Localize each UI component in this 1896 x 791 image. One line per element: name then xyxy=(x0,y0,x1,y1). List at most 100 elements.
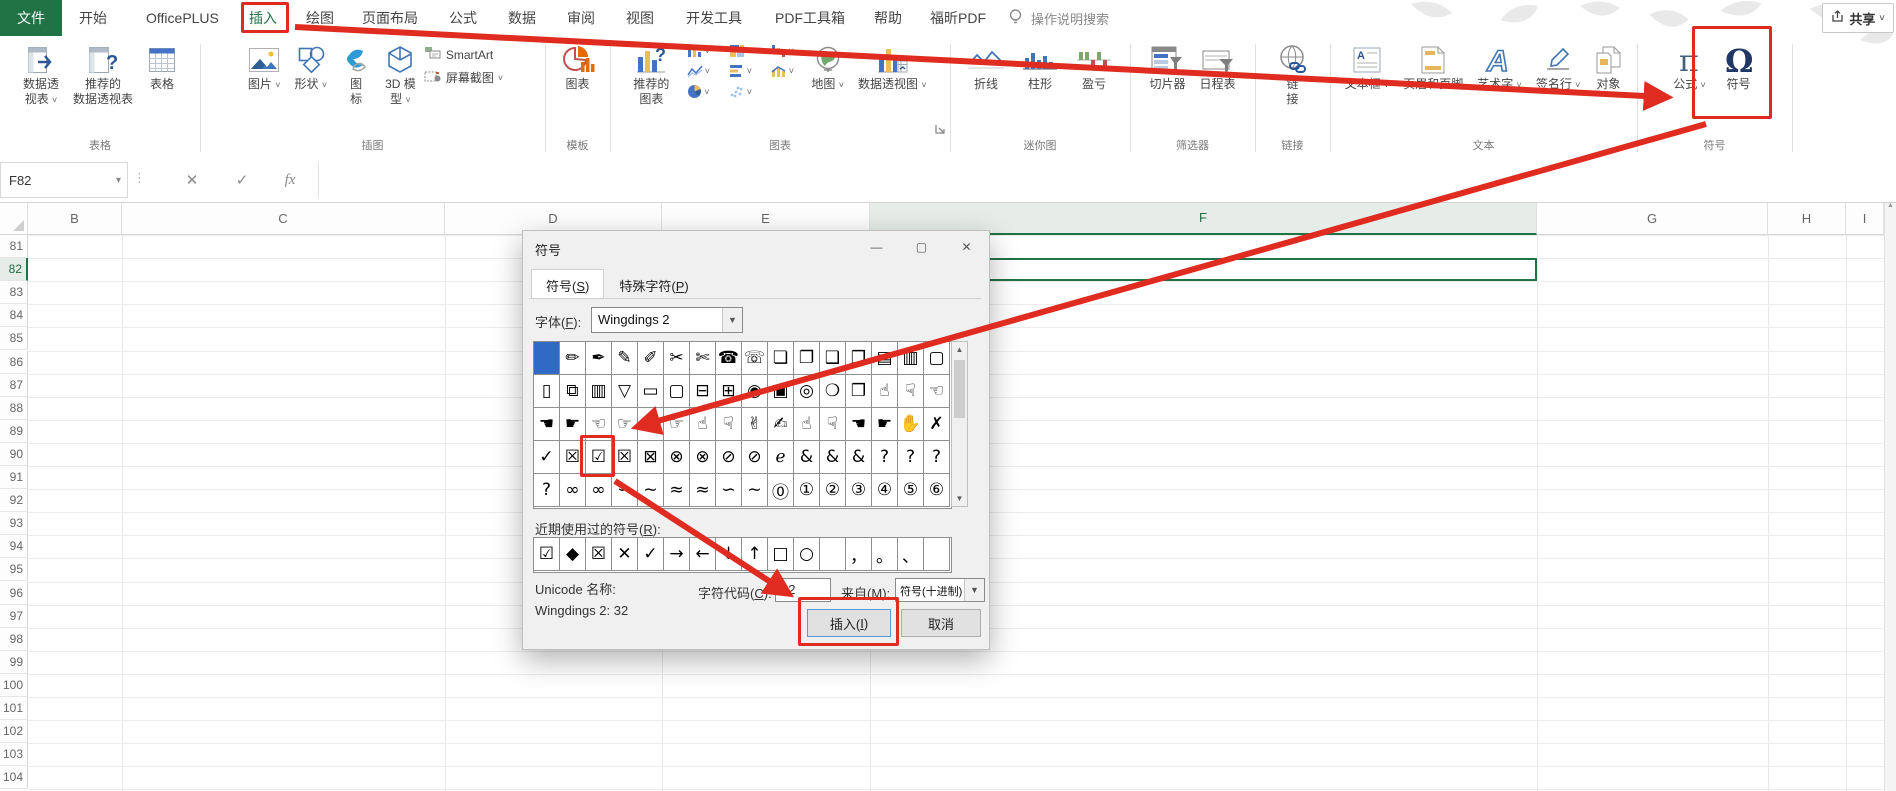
text-box-button[interactable]: A 文本框 ˅ xyxy=(1339,40,1396,95)
menu-item-2[interactable]: OfficePLUS xyxy=(146,0,219,36)
tab-symbols[interactable]: 符号(S) xyxy=(531,269,605,299)
row-header-100[interactable]: 100 xyxy=(0,673,28,697)
symbol-cell[interactable]: ⊘ xyxy=(742,441,768,474)
equation-button[interactable]: π 公式 ˅ xyxy=(1667,40,1713,95)
menu-item-6[interactable]: 公式 xyxy=(449,0,477,36)
symbol-cell[interactable]: ✍ xyxy=(768,408,794,441)
combo-dropdown-icon[interactable]: ▼ xyxy=(964,579,984,601)
row-header-81[interactable]: 81 xyxy=(0,235,28,259)
win-loss-sparkline-button[interactable]: 盈亏 xyxy=(1068,40,1120,95)
select-all-corner[interactable] xyxy=(0,202,28,235)
symbol-cell[interactable]: ◉ xyxy=(742,375,768,408)
symbol-cell[interactable]: ▭ xyxy=(638,375,664,408)
symbol-cell[interactable]: ✗ xyxy=(924,408,950,441)
symbol-cell[interactable]: ☒ xyxy=(612,441,638,474)
symbol-cell[interactable]: ⊗ xyxy=(664,441,690,474)
menu-item-12[interactable]: 帮助 xyxy=(874,0,902,36)
icons-button[interactable]: 图标 xyxy=(335,40,377,110)
symbol-cell[interactable]: ∼ xyxy=(742,474,768,507)
scrollbar-thumb[interactable] xyxy=(954,360,965,418)
line-chart-button[interactable]: ˅ xyxy=(677,64,719,78)
boxed-check-symbol-cell[interactable]: ☑ xyxy=(586,441,612,474)
menu-item-13[interactable]: 福昕PDF xyxy=(930,0,986,36)
row-header-97[interactable]: 97 xyxy=(0,604,28,628)
symbol-cell[interactable]: ▯ xyxy=(534,375,560,408)
symbol-cell[interactable]: ☞ xyxy=(612,408,638,441)
recent-symbol-cell[interactable]: ○ xyxy=(794,538,820,571)
table-button[interactable]: 表格 xyxy=(141,40,183,95)
insert-symbol-button[interactable]: 插入(I) xyxy=(807,609,891,637)
symbol-cell[interactable] xyxy=(534,342,560,375)
menu-item-7[interactable]: 数据 xyxy=(508,0,536,36)
row-header-104[interactable]: 104 xyxy=(0,766,28,790)
symbol-cell[interactable]: ℯ xyxy=(768,441,794,474)
column-sparkline-button[interactable]: 柱形 xyxy=(1014,40,1066,95)
recent-symbol-cell[interactable]: ， xyxy=(846,538,872,571)
cancel-entry-icon[interactable]: ✕ xyxy=(172,162,212,198)
signature-line-button[interactable]: 签名行 ˅ xyxy=(1530,40,1587,95)
recent-symbol-cell[interactable]: ↓ xyxy=(716,538,742,571)
recent-symbol-cell[interactable] xyxy=(820,538,846,571)
confirm-entry-icon[interactable]: ✓ xyxy=(222,162,262,198)
font-combobox[interactable]: Wingdings 2 ▼ xyxy=(591,307,743,333)
close-icon[interactable]: ✕ xyxy=(944,231,989,263)
symbol-cell[interactable]: ▽ xyxy=(612,375,638,408)
symbol-cell[interactable]: ❏ xyxy=(768,342,794,375)
scroll-up-icon[interactable]: ▲ xyxy=(952,345,967,354)
symbol-cell[interactable]: ▥ xyxy=(898,342,924,375)
shapes-button[interactable]: 形状 ˅ xyxy=(289,40,334,95)
symbol-cell[interactable]: ☟ xyxy=(898,375,924,408)
symbol-cell[interactable]: ▢ xyxy=(924,342,950,375)
row-header-91[interactable]: 91 xyxy=(0,466,28,490)
char-code-input[interactable]: 32 xyxy=(775,578,831,602)
row-header-83[interactable]: 83 xyxy=(0,281,28,305)
recommended-pivot-tables-button[interactable]: ? 推荐的 数据透视表 xyxy=(67,40,139,110)
tab-special-characters[interactable]: 特殊字符(P) xyxy=(604,269,703,299)
recent-symbol-cell[interactable]: 。 xyxy=(872,538,898,571)
symbol-cell[interactable]: ≈ xyxy=(690,474,716,507)
symbol-cell[interactable]: ? xyxy=(534,474,560,507)
symbol-cell[interactable]: ∞ xyxy=(560,474,586,507)
column-chart-button[interactable]: ˅ xyxy=(677,44,719,58)
symbol-cell[interactable]: ☞ xyxy=(664,408,690,441)
symbol-cell[interactable]: ⑥ xyxy=(924,474,950,507)
symbol-cell[interactable]: ≈ xyxy=(664,474,690,507)
symbol-cell[interactable]: ☜ xyxy=(586,408,612,441)
recent-symbol-cell[interactable]: ✕ xyxy=(612,538,638,571)
symbol-cell[interactable]: ? xyxy=(924,441,950,474)
symbol-cell[interactable]: ☚ xyxy=(534,408,560,441)
recent-symbol-cell[interactable]: □ xyxy=(768,538,794,571)
symbol-cell[interactable]: ② xyxy=(820,474,846,507)
symbol-cell[interactable]: ① xyxy=(794,474,820,507)
symbol-cell[interactable]: ☏ xyxy=(742,342,768,375)
column-header-I[interactable]: I xyxy=(1846,202,1884,235)
symbol-cell[interactable]: ∽ xyxy=(612,474,638,507)
bar-chart-button[interactable]: ˅ xyxy=(719,64,761,78)
row-header-89[interactable]: 89 xyxy=(0,419,28,443)
row-header-93[interactable]: 93 xyxy=(0,512,28,536)
symbol-cell[interactable]: ☚ xyxy=(846,408,872,441)
slicer-button[interactable]: 切片器 xyxy=(1143,40,1191,95)
symbol-cell[interactable]: ☒ xyxy=(560,441,586,474)
row-header-82[interactable]: 82 xyxy=(0,258,28,282)
menu-item-4[interactable]: 绘图 xyxy=(306,0,334,36)
recent-symbol-cell[interactable]: ☒ xyxy=(586,538,612,571)
menu-item-5[interactable]: 页面布局 xyxy=(362,0,418,36)
symbol-cell[interactable]: ▤ xyxy=(872,342,898,375)
recent-symbol-cell[interactable]: ← xyxy=(690,538,716,571)
symbol-cell[interactable]: ❑ xyxy=(820,342,846,375)
symbol-cell[interactable]: ☝ xyxy=(690,408,716,441)
symbol-cell[interactable]: ? xyxy=(872,441,898,474)
combo-dropdown-icon[interactable]: ▼ xyxy=(722,308,742,332)
symbol-cell[interactable]: & xyxy=(846,441,872,474)
formula-input[interactable] xyxy=(318,162,1896,198)
symbol-cell[interactable]: ✋ xyxy=(898,408,924,441)
symbol-cell[interactable]: ⊞ xyxy=(716,375,742,408)
recent-symbol-cell[interactable]: 、 xyxy=(898,538,924,571)
header-footer-button[interactable]: 页眉和页脚 xyxy=(1397,40,1469,95)
row-header-98[interactable]: 98 xyxy=(0,627,28,651)
symbol-cell[interactable]: ❒ xyxy=(846,375,872,408)
symbol-cell[interactable]: ✒ xyxy=(586,342,612,375)
symbol-cell[interactable]: ④ xyxy=(872,474,898,507)
recent-symbol-cell[interactable]: → xyxy=(664,538,690,571)
